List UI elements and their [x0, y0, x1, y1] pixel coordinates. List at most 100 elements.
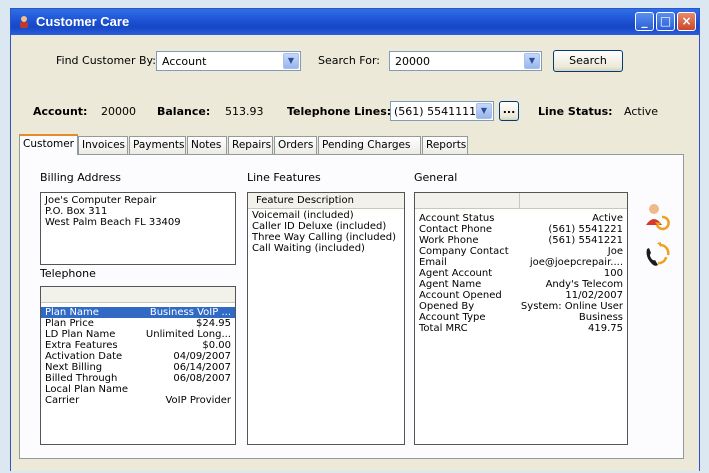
line-features-list[interactable]: Feature Description Voicemail (included)… — [247, 192, 405, 445]
row-value: (561) 5541221 — [548, 224, 623, 235]
title-bar[interactable]: Customer Care _ □ × — [11, 9, 699, 35]
general-row[interactable]: Contact Phone (561) 5541221 — [415, 224, 627, 235]
row-key: Company Contact — [419, 246, 509, 257]
telephone-row[interactable]: Billed Through 06/08/2007 — [41, 373, 235, 384]
telephone-row[interactable]: Next Billing 06/14/2007 — [41, 362, 235, 373]
row-value: $0.00 — [202, 340, 231, 351]
row-value: VoIP Provider — [165, 395, 231, 406]
line-status-value: Active — [624, 105, 659, 118]
more-lines-button[interactable]: ... — [499, 101, 519, 121]
row-key: Agent Account — [419, 268, 493, 279]
app-icon — [20, 16, 28, 28]
billing-address-heading: Billing Address — [40, 171, 122, 184]
telephone-row[interactable]: Carrier VoIP Provider — [41, 395, 235, 406]
row-key: Email — [419, 257, 447, 268]
find-by-label: Find Customer By: — [56, 54, 156, 67]
grid-header — [415, 193, 627, 209]
row-value: Active — [592, 213, 623, 224]
telephone-lines-select[interactable]: (561) 5541111 ▼ — [390, 101, 494, 121]
tab-notes[interactable]: Notes — [187, 136, 227, 154]
telephone-grid[interactable]: Plan Name Business VoIP ... Plan Price $24… — [40, 286, 236, 445]
row-key: Work Phone — [419, 235, 479, 246]
feature-item[interactable]: Call Waiting (included) — [252, 243, 400, 254]
row-value: 06/08/2007 — [173, 373, 231, 384]
row-key: Plan Price — [45, 318, 94, 329]
row-value: 100 — [603, 268, 623, 279]
general-row[interactable]: Opened By System: Online User — [415, 301, 627, 312]
row-key: Total MRC — [419, 323, 468, 334]
account-value: 20000 — [101, 105, 136, 118]
tab-orders[interactable]: Orders — [274, 136, 317, 154]
telephone-row[interactable]: Extra Features $0.00 — [41, 340, 235, 351]
row-key: Billed Through — [45, 373, 118, 384]
general-row[interactable]: Account Type Business — [415, 312, 627, 323]
search-for-input[interactable]: 20000 ▼ — [389, 51, 542, 71]
telephone-row[interactable]: Plan Name Business VoIP ... — [41, 307, 235, 318]
row-value: 06/14/2007 — [173, 362, 231, 373]
chevron-down-icon[interactable]: ▼ — [283, 53, 299, 69]
row-value: 419.75 — [588, 323, 623, 334]
minimize-button[interactable]: _ — [635, 12, 654, 31]
row-key: Opened By — [419, 301, 475, 312]
chevron-down-icon[interactable]: ▼ — [524, 53, 540, 69]
search-button[interactable]: Search — [553, 50, 623, 72]
tab-pending-charges[interactable]: Pending Charges — [318, 136, 421, 154]
tab-payments[interactable]: Payments — [129, 136, 186, 154]
general-heading: General — [414, 171, 458, 184]
row-value: Business — [578, 312, 623, 323]
phone-refresh-icon[interactable] — [642, 241, 672, 271]
row-key: Carrier — [45, 395, 80, 406]
general-row[interactable]: Work Phone (561) 5541221 — [415, 235, 627, 246]
balance-value: 513.93 — [225, 105, 264, 118]
billing-address-box[interactable]: Joe's Computer Repair P.O. Box 311 West … — [40, 192, 236, 265]
general-row[interactable]: Account Status Active — [415, 213, 627, 224]
row-key: Local Plan Name — [45, 384, 129, 395]
row-key: Agent Name — [419, 279, 482, 290]
grid-column-divider — [519, 193, 520, 209]
customer-care-window: Customer Care _ □ × Find Customer By: Ac… — [10, 8, 700, 471]
tab-invoices[interactable]: Invoices — [78, 136, 128, 154]
telephone-row[interactable]: LD Plan Name Unlimited Long... — [41, 329, 235, 340]
billing-line: Joe's Computer Repair — [45, 195, 157, 206]
general-row[interactable]: Email joe@joepcrepair.... — [415, 257, 627, 268]
row-key: Activation Date — [45, 351, 123, 362]
row-value: Business VoIP ... — [149, 307, 231, 318]
row-value: Joe — [607, 246, 623, 257]
telephone-heading: Telephone — [40, 267, 96, 280]
row-value: Andy's Telecom — [545, 279, 623, 290]
telephone-row[interactable]: Local Plan Name — [41, 384, 235, 395]
general-row[interactable]: Agent Name Andy's Telecom — [415, 279, 627, 290]
maximize-button[interactable]: □ — [656, 12, 675, 31]
feature-description-header[interactable]: Feature Description — [248, 193, 404, 209]
row-key: Account Type — [419, 312, 486, 323]
row-value: 11/02/2007 — [565, 290, 623, 301]
line-status-label: Line Status: — [538, 105, 613, 118]
feature-item[interactable]: Voicemail (included) — [252, 210, 400, 221]
telephone-row[interactable]: Plan Price $24.95 — [41, 318, 235, 329]
general-row[interactable]: Agent Account 100 — [415, 268, 627, 279]
tab-repairs[interactable]: Repairs — [228, 136, 273, 154]
general-row[interactable]: Company Contact Joe — [415, 246, 627, 257]
general-grid[interactable]: Account Status Active Contact Phone (561) … — [414, 192, 628, 445]
find-by-select[interactable]: Account ▼ — [156, 51, 301, 71]
search-for-value: 20000 — [395, 55, 430, 68]
account-label: Account: — [33, 105, 88, 118]
row-key: Account Status — [419, 213, 495, 224]
row-value: Unlimited Long... — [145, 329, 231, 340]
billing-line: P.O. Box 311 — [45, 206, 108, 217]
feature-item[interactable]: Caller ID Deluxe (included) — [252, 221, 400, 232]
feature-item[interactable]: Three Way Calling (included) — [252, 232, 400, 243]
grid-header — [41, 287, 235, 303]
user-refresh-icon[interactable] — [642, 201, 672, 231]
tab-reports[interactable]: Reports — [422, 136, 468, 154]
telephone-lines-label: Telephone Lines: — [287, 105, 392, 118]
telephone-row[interactable]: Activation Date 04/09/2007 — [41, 351, 235, 362]
row-value: (561) 5541221 — [548, 235, 623, 246]
chevron-down-icon[interactable]: ▼ — [476, 103, 492, 119]
find-by-value: Account — [162, 55, 207, 68]
tab-customer[interactable]: Customer — [19, 134, 78, 155]
row-value: $24.95 — [196, 318, 231, 329]
general-row[interactable]: Total MRC 419.75 — [415, 323, 627, 334]
close-button[interactable]: × — [677, 12, 696, 31]
general-row[interactable]: Account Opened 11/02/2007 — [415, 290, 627, 301]
